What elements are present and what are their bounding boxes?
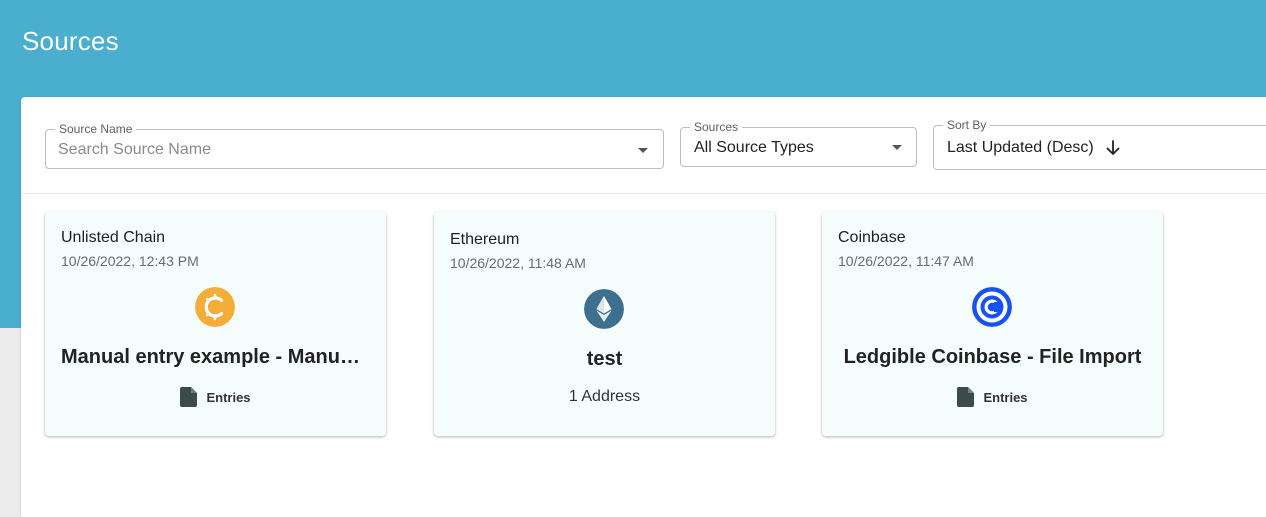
sort-by-selected-value: Last Updated (Desc) xyxy=(947,139,1094,156)
entries-label: Entries xyxy=(983,389,1028,405)
source-card[interactable]: Coinbase 10/26/2022, 11:47 AM Ledgible C… xyxy=(822,212,1163,436)
source-card-date: 10/26/2022, 12:43 PM xyxy=(61,253,199,269)
sort-by-value-row: Last Updated (Desc) xyxy=(947,138,1120,158)
source-card-date: 10/26/2022, 11:48 AM xyxy=(450,255,586,271)
page-title: Sources xyxy=(22,26,119,56)
source-card-chain: Unlisted Chain xyxy=(61,229,166,246)
source-name-label: Source Name xyxy=(55,122,137,136)
source-name-dropdown-icon[interactable] xyxy=(638,148,648,153)
source-card-name: test xyxy=(586,348,623,370)
entries-link[interactable]: Entries xyxy=(45,387,386,407)
entries-label: Entries xyxy=(206,389,251,405)
sources-dropdown-icon[interactable] xyxy=(892,145,902,150)
document-icon xyxy=(957,387,975,407)
source-card-chain: Ethereum xyxy=(450,231,520,248)
sort-direction-arrow-icon[interactable] xyxy=(1106,139,1120,156)
entries-link[interactable]: Entries xyxy=(822,387,1163,407)
source-card-name: Ledgible Coinbase - File Import xyxy=(843,346,1142,368)
ethereum-icon xyxy=(584,289,624,329)
sources-select[interactable]: Sources All Source Types xyxy=(680,120,917,167)
sort-by-select[interactable]: Sort By Last Updated (Desc) xyxy=(933,118,1266,170)
unlisted-chain-icon xyxy=(195,287,235,327)
sources-panel: Source Name Sources All Source Types Sor… xyxy=(21,97,1266,517)
filter-bar: Source Name Sources All Source Types Sor… xyxy=(21,97,1266,194)
sources-selected-value: All Source Types xyxy=(694,139,814,156)
sources-label: Sources xyxy=(690,120,743,134)
source-name-input[interactable] xyxy=(58,139,618,161)
sort-by-label: Sort By xyxy=(943,118,991,132)
source-card[interactable]: Unlisted Chain 10/26/2022, 12:43 PM Manu… xyxy=(45,212,386,436)
source-card-date: 10/26/2022, 11:47 AM xyxy=(838,253,974,269)
source-card-name: Manual entry example - Manual Entry xyxy=(61,346,370,368)
coinbase-icon xyxy=(972,287,1012,327)
source-card-address-count: 1 Address xyxy=(568,388,641,405)
source-name-field[interactable]: Source Name xyxy=(45,122,664,169)
source-card[interactable]: Ethereum 10/26/2022, 11:48 AM test 1 Add… xyxy=(434,212,775,436)
source-card-chain: Coinbase xyxy=(838,229,906,246)
document-icon xyxy=(180,387,198,407)
